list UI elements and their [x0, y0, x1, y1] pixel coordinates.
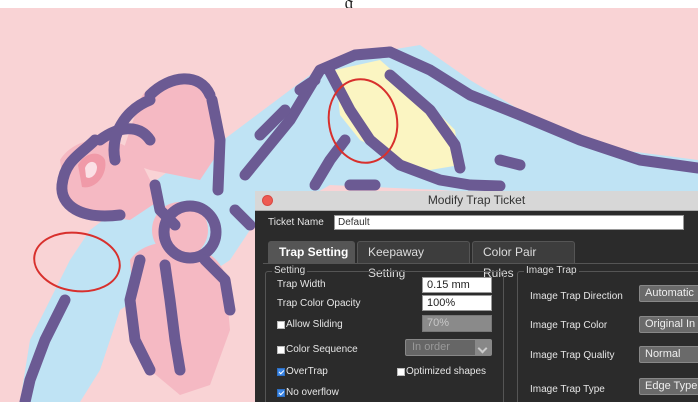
image-trap-direction-select[interactable]: Automatic — [639, 285, 698, 302]
image-trap-quality-label: Image Trap Quality — [530, 350, 615, 361]
trap-width-input[interactable]: 0.15 mm — [422, 277, 492, 293]
image-trap-type-label: Image Trap Type — [530, 384, 605, 395]
overtrap-label: OverTrap — [286, 366, 328, 377]
dialog-tabs: Trap Setting Keepaway Setting Color Pair… — [268, 241, 577, 280]
image-trap-color-select[interactable]: Original In — [639, 316, 698, 333]
image-trap-color-label: Image Trap Color — [530, 320, 608, 331]
image-trap-group-title: Image Trap — [524, 265, 579, 276]
trap-width-label: Trap Width — [277, 279, 326, 290]
color-sequence-select[interactable]: In order — [405, 339, 492, 356]
color-sequence-checkbox[interactable] — [277, 346, 285, 354]
allow-sliding-label: Allow Sliding — [286, 319, 343, 330]
no-overflow-checkbox[interactable] — [277, 389, 285, 397]
chevron-down-icon — [475, 340, 491, 355]
modify-trap-ticket-dialog: Modify Trap Ticket Ticket Name Default T… — [255, 191, 698, 402]
tab-color-pair-rules[interactable]: Color Pair Rules — [472, 241, 575, 280]
trap-color-opacity-input[interactable]: 100% — [422, 295, 492, 311]
image-trap-direction-label: Image Trap Direction — [530, 291, 623, 302]
optimized-shapes-checkbox[interactable] — [397, 368, 405, 376]
allow-sliding-input[interactable]: 70% — [422, 315, 492, 332]
ticket-name-input[interactable]: Default — [334, 215, 684, 230]
color-sequence-label: Color Sequence — [286, 344, 358, 355]
setting-group-title: Setting — [272, 265, 308, 276]
ticket-name-row: Ticket Name Default — [268, 215, 698, 231]
color-sequence-value: In order — [412, 341, 450, 353]
dialog-titlebar: Modify Trap Ticket — [255, 191, 698, 211]
overtrap-checkbox[interactable] — [277, 368, 285, 376]
no-overflow-label: No overflow — [286, 387, 339, 398]
image-trap-type-select[interactable]: Edge Type — [639, 378, 698, 395]
tab-panel-border — [263, 263, 698, 264]
allow-sliding-checkbox[interactable] — [277, 321, 285, 329]
ticket-name-label: Ticket Name — [268, 217, 324, 228]
tab-trap-setting[interactable]: Trap Setting — [268, 241, 355, 263]
tab-keepaway-setting[interactable]: Keepaway Setting — [357, 241, 470, 280]
optimized-shapes-label: Optimized shapes — [406, 366, 487, 377]
trap-color-opacity-label: Trap Color Opacity — [277, 298, 361, 309]
dialog-title: Modify Trap Ticket — [427, 193, 526, 207]
image-trap-quality-select[interactable]: Normal — [639, 346, 698, 363]
